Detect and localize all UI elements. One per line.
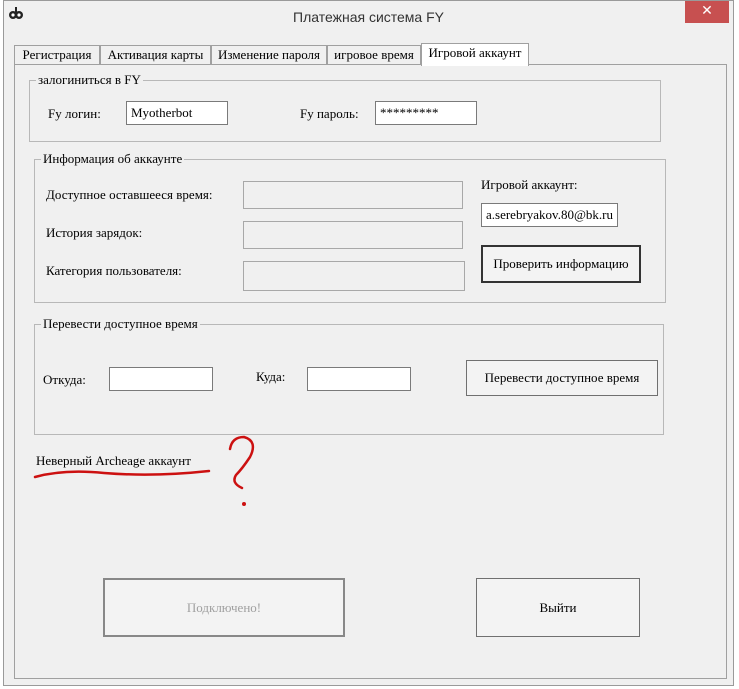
login-group: залогиниться в FY Fy логин: Myotherbot F… — [29, 72, 661, 142]
tab-panel-game-account: залогиниться в FY Fy логин: Myotherbot F… — [14, 64, 727, 679]
close-button[interactable]: ✕ — [685, 1, 729, 23]
connected-button: Подключено! — [103, 578, 345, 637]
tab-game-account[interactable]: Игровой аккаунт — [421, 43, 529, 66]
login-group-legend: залогиниться в FY — [36, 72, 143, 88]
game-account-label: Игровой аккаунт: — [481, 177, 578, 192]
transfer-time-legend: Перевести доступное время — [41, 316, 200, 332]
tab-card-activation[interactable]: Активация карты — [100, 45, 211, 65]
transfer-time-button[interactable]: Перевести доступное время — [466, 360, 658, 396]
tab-change-password[interactable]: Изменение пароля — [211, 45, 327, 65]
close-icon: ✕ — [701, 3, 713, 19]
app-window: Платежная система FY ✕ Регистрация Актив… — [3, 0, 734, 686]
password-label: Fy пароль: — [300, 106, 359, 121]
user-category-field — [243, 261, 465, 291]
to-input[interactable] — [307, 367, 411, 391]
to-label: Куда: — [256, 369, 286, 384]
tab-registration[interactable]: Регистрация — [14, 45, 100, 65]
remaining-time-label: Доступное оставшееся время: — [46, 187, 213, 202]
user-category-label: Категория пользователя: — [46, 263, 182, 278]
from-label: Откуда: — [43, 372, 86, 387]
window-title: Платежная система FY — [293, 9, 444, 25]
exit-button[interactable]: Выйти — [476, 578, 640, 637]
transfer-time-group: Перевести доступное время Откуда: Куда: … — [34, 316, 664, 435]
password-input[interactable]: ********* — [375, 101, 477, 125]
login-label: Fy логин: — [48, 106, 101, 121]
recharge-history-label: История зарядок: — [46, 225, 143, 240]
recharge-history-field — [243, 221, 463, 249]
remaining-time-field — [243, 181, 463, 209]
check-info-button[interactable]: Проверить информацию — [481, 245, 641, 283]
account-info-group: Информация об аккаунте Доступное оставше… — [34, 151, 666, 303]
status-message: Неверный Archeage аккаунт — [36, 453, 191, 468]
account-info-legend: Информация об аккаунте — [41, 151, 185, 167]
login-input[interactable]: Myotherbot — [126, 101, 228, 125]
title-bar[interactable]: Платежная система FY ✕ — [4, 1, 733, 35]
from-input[interactable] — [109, 367, 213, 391]
game-account-input[interactable]: a.serebryakov.80@bk.ru — [481, 203, 618, 227]
tab-game-time[interactable]: игровое время — [327, 45, 421, 65]
